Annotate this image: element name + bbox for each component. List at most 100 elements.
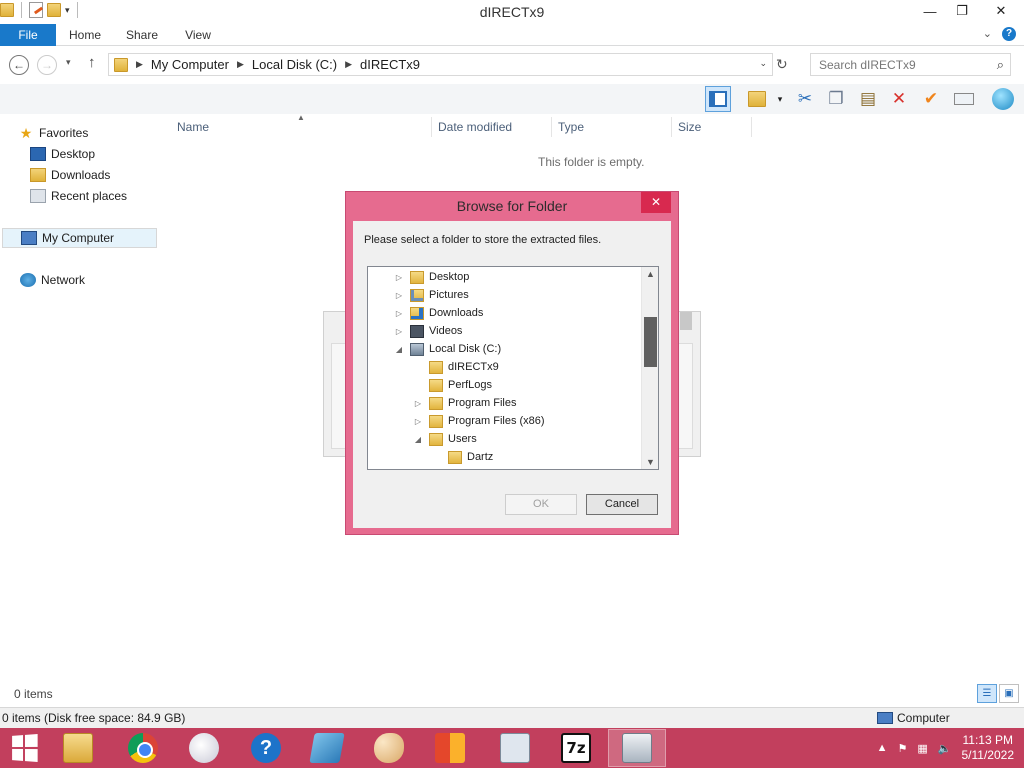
breadcrumb-local-disk[interactable]: Local Disk (C:) [252,57,337,72]
details-view-icon[interactable]: ☰ [977,684,997,703]
tab-file[interactable]: File [0,24,56,46]
nav-downloads[interactable]: Downloads [30,165,157,185]
tree-item-perflogs[interactable]: PerfLogs [413,376,492,394]
paste-icon[interactable]: ▤ [855,86,881,112]
checkmark-icon[interactable]: ✔ [918,86,944,112]
collapse-icon[interactable]: ◢ [394,345,404,354]
close-button[interactable]: ✕ [978,0,1024,22]
delete-icon[interactable]: ✕ [886,86,912,112]
resource-monitor-icon [500,733,530,763]
search-input[interactable]: Search dIRECTx9 ⌕ [810,53,1011,76]
column-size[interactable]: Size [678,120,701,134]
taskbar-7zip[interactable]: 7z [547,729,605,767]
column-divider[interactable] [431,117,432,137]
network-status-icon[interactable]: ▦ [917,742,927,755]
tree-item-pictures[interactable]: ▷ Pictures [394,286,469,304]
globe-button[interactable] [990,86,1016,112]
chevron-down-icon[interactable]: ⌄ [759,58,767,69]
cut-icon[interactable]: ✂ [792,86,818,112]
chevron-right-icon[interactable]: ▶ [345,59,352,70]
help-icon[interactable]: ? [1002,27,1016,41]
cancel-button[interactable]: Cancel [586,494,658,515]
taskbar-paint[interactable] [175,729,233,767]
back-button[interactable]: ← [9,55,29,75]
tree-item-desktop[interactable]: ▷ Desktop [394,268,469,286]
tab-home[interactable]: Home [63,24,107,46]
tab-share[interactable]: Share [120,24,164,46]
nav-network[interactable]: Network [20,270,157,290]
taskbar-monitor[interactable] [486,729,544,767]
taskbar-office[interactable] [421,729,479,767]
clock[interactable]: 11:13 PM 5/11/2022 [962,733,1015,763]
nav-desktop[interactable]: Desktop [30,144,157,164]
show-hidden-icons-icon[interactable]: ▲ [877,742,888,754]
taskbar-chrome[interactable] [114,729,172,767]
clock-date: 5/11/2022 [961,748,1015,762]
breadcrumb-my-computer[interactable]: My Computer [151,57,229,72]
minimize-button[interactable]: — [914,0,946,22]
column-date-modified[interactable]: Date modified [438,120,512,134]
tab-view[interactable]: View [178,24,218,46]
nav-favorites[interactable]: ★ Favorites [18,123,157,143]
select-items-button[interactable] [744,86,770,112]
breadcrumb-directx9[interactable]: dIRECTx9 [360,57,420,72]
collapse-icon[interactable]: ◢ [413,435,423,444]
column-divider[interactable] [751,117,752,137]
desktop-icon [30,147,46,161]
taskbar-help[interactable]: ? [237,729,295,767]
tree-item-program-files[interactable]: ▷ Program Files [413,394,516,412]
large-icons-view-icon[interactable]: ▣ [999,684,1019,703]
address-field[interactable]: ▶ My Computer ▶ Local Disk (C:) ▶ dIRECT… [108,53,773,76]
scroll-up-icon[interactable]: ▲ [646,269,655,279]
tree-item-label: Local Disk (C:) [429,343,502,355]
tree-item-local-disk[interactable]: ◢ Local Disk (C:) [394,340,501,358]
tree-item-users[interactable]: ◢ Users [413,430,477,448]
search-icon[interactable]: ⌕ [997,57,1004,73]
column-divider[interactable] [551,117,552,137]
tree-item-videos[interactable]: ▷ Videos [394,322,462,340]
nav-recent-places[interactable]: Recent places [30,186,157,206]
rename-button[interactable] [951,86,977,112]
folder-tree[interactable]: ▷ Desktop ▷ Pictures ▷ Downloads ▷ Video… [367,266,659,470]
dialog-close-button[interactable]: ✕ [641,192,671,213]
recent-locations-dropdown[interactable]: ▾ [66,57,71,68]
taskbar-installer[interactable] [608,729,666,767]
chevron-down-icon[interactable]: ▾ [774,86,786,112]
tree-item-downloads[interactable]: ▷ Downloads [394,304,483,322]
tree-item-dartz[interactable]: Dartz [432,448,493,466]
scroll-down-icon[interactable]: ▼ [646,457,655,467]
copy-icon[interactable]: ❐ [823,86,849,112]
start-button[interactable] [0,729,48,767]
column-divider[interactable] [671,117,672,137]
tree-item-program-files-x86[interactable]: ▷ Program Files (x86) [413,412,545,430]
refresh-button[interactable]: ↻ [776,56,788,73]
action-center-icon[interactable]: ⚑ [898,742,908,755]
search-placeholder: Search dIRECTx9 [819,58,916,72]
taskbar-explorer[interactable] [49,729,107,767]
expand-icon[interactable]: ▷ [413,399,423,408]
expand-icon[interactable]: ▷ [394,327,404,336]
column-type[interactable]: Type [558,120,584,134]
expand-icon[interactable]: ▷ [413,417,423,426]
dialog-prompt: Please select a folder to store the extr… [364,234,602,246]
ok-button[interactable]: OK [505,494,577,515]
chevron-right-icon[interactable]: ▶ [136,59,143,70]
scrollbar-thumb[interactable] [644,317,657,367]
expand-icon[interactable]: ▷ [394,291,404,300]
up-button[interactable]: ↑ [88,54,96,71]
volume-muted-icon[interactable]: 🔈 [938,742,952,755]
tree-scrollbar[interactable]: ▲ ▼ [641,267,658,469]
nav-my-computer[interactable]: My Computer [2,228,157,248]
expand-icon[interactable]: ▷ [394,273,404,282]
preview-pane-button[interactable] [705,86,731,112]
taskbar-notes[interactable] [298,729,356,767]
restore-button[interactable]: ❐ [946,0,978,22]
tree-item-label: Program Files (x86) [448,415,545,427]
taskbar-palette[interactable] [360,729,418,767]
expand-icon[interactable]: ▷ [394,309,404,318]
chevron-right-icon[interactable]: ▶ [237,59,244,70]
tree-item-directx9[interactable]: dIRECTx9 [413,358,499,376]
expand-ribbon-icon[interactable]: ⌄ [983,27,992,41]
forward-button[interactable]: → [37,55,57,75]
column-name[interactable]: Name [177,120,209,134]
